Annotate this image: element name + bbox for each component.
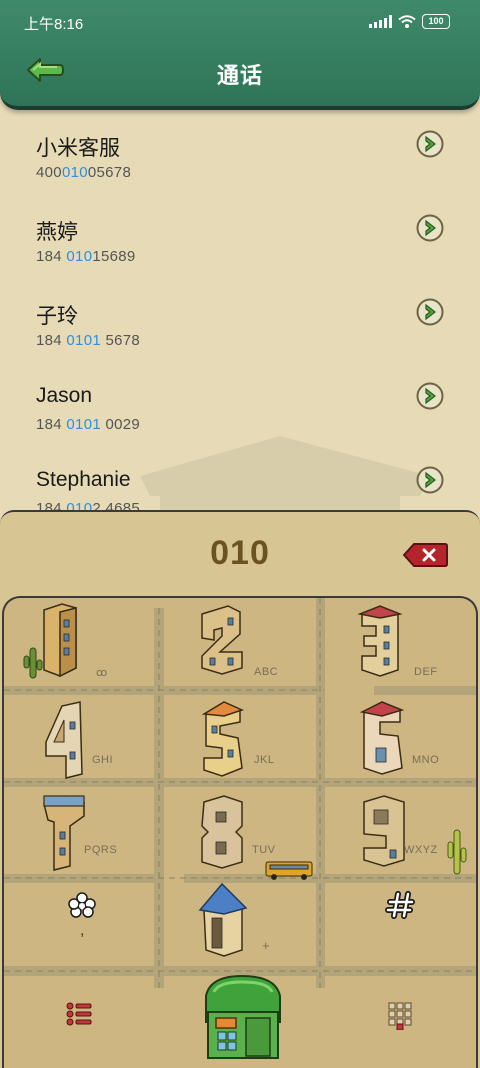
key-letters: ABC [254,666,279,678]
contact-list: 小米客服 40001005678 燕婷 184 01015689 子玲 184 … [0,106,480,514]
contact-row[interactable]: 燕婷 184 01015689 [0,190,480,274]
dialpad-icon[interactable] [388,1002,412,1030]
key-letters: PQRS [84,844,118,856]
call-button-building-icon[interactable] [196,972,286,1064]
key-6[interactable]: MNO [324,692,476,786]
signal-icon [369,15,392,28]
key-letters: MNO [412,754,440,766]
hash-icon [385,891,415,919]
chevron-right-icon[interactable] [416,298,444,326]
wifi-icon [398,15,416,28]
key-letters: ꝏ [96,667,108,679]
building-digit-9-icon [363,795,405,867]
building-digit-8-icon [201,795,243,869]
key-letters: JKL [254,754,275,766]
key-letters: + [262,938,271,953]
contact-name: 小米客服 [36,137,120,160]
app-header: 上午8:16 100 通话 [0,0,480,110]
contact-number: 184 01015689 [36,248,136,265]
key-4[interactable]: GHI [4,692,162,786]
key-3[interactable]: DEF [324,598,476,692]
key-letters: WXYZ [404,844,438,856]
call-log-icon[interactable] [66,1002,92,1026]
key-1[interactable]: ꝏ [4,598,162,692]
key-9[interactable]: WXYZ [324,786,476,880]
building-digit-5-icon [201,701,245,777]
key-5[interactable]: JKL [164,692,322,786]
dialer-panel: 010 ꝏ ABC DEF GHI JKL MNO PQRS TUV WXYZ … [0,510,480,1068]
key-hash[interactable] [324,880,476,974]
key-star[interactable]: , [4,880,162,974]
contact-name: Stephanie [36,468,131,491]
chevron-right-icon[interactable] [416,466,444,494]
key-letters: DEF [414,666,438,678]
chevron-right-icon[interactable] [416,382,444,410]
backspace-icon[interactable] [402,542,448,568]
contact-row[interactable]: Jason 184 0101 0029 [0,358,480,442]
building-digit-3-icon [357,605,403,677]
contact-row[interactable]: 子玲 184 0101 5678 [0,274,480,358]
key-7[interactable]: PQRS [4,786,162,880]
contact-name: 燕婷 [36,221,78,244]
contact-row[interactable]: Stephanie 184 0102 4685 [0,442,480,514]
chevron-right-icon[interactable] [416,214,444,242]
key-letters: GHI [92,754,114,766]
key-letters: , [80,922,85,939]
page-title: 通话 [216,63,263,88]
key-letters: TUV [252,844,276,856]
building-digit-6-icon [359,701,405,775]
status-icons: 100 [369,14,450,29]
contact-number: 184 0101 0029 [36,416,141,433]
key-2[interactable]: ABC [164,598,322,692]
battery-icon: 100 [422,14,450,29]
building-digit-2-icon [201,605,243,675]
chevron-right-icon[interactable] [416,130,444,158]
key-8[interactable]: TUV [164,786,322,880]
key-0[interactable]: + [164,880,322,974]
building-digit-7-icon [43,795,85,871]
building-digit-1-icon [43,603,77,678]
contact-number: 184 0101 5678 [36,332,141,349]
contact-row[interactable]: 小米客服 40001005678 [0,106,480,190]
bottom-bar [0,972,480,1068]
contact-name: Jason [36,384,93,407]
contact-number: 40001005678 [36,164,132,181]
building-digit-4-icon [45,701,83,779]
contact-name: 子玲 [36,305,78,328]
building-digit-0-icon [198,882,248,957]
status-time: 上午8:16 [24,16,84,33]
